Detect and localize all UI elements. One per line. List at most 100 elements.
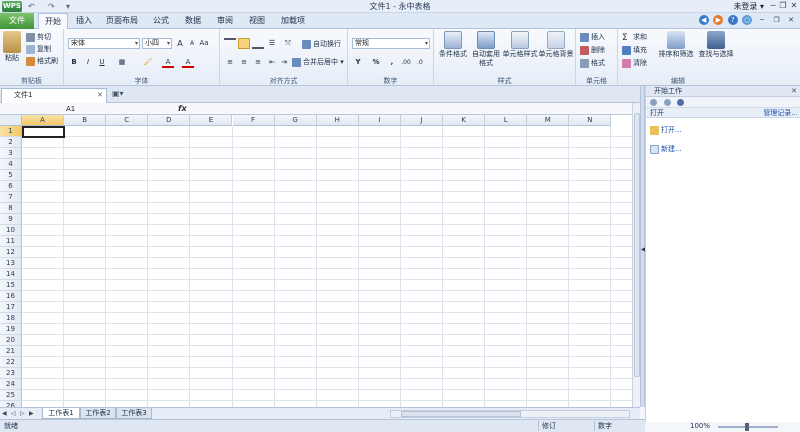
info-icon[interactable]: ○ bbox=[742, 15, 753, 25]
tab-data[interactable]: 数据 bbox=[180, 13, 206, 29]
row-header[interactable]: 13 bbox=[0, 258, 22, 269]
row-header[interactable]: 20 bbox=[0, 335, 22, 346]
font-name-select[interactable]: 宋体 ▾ bbox=[68, 38, 140, 49]
worksheet-grid[interactable]: A B C D E F G H I J K L M N 1 2 3 4 5 6 7 8 9 10 11 12 13 14 15 16 17 1… bbox=[0, 115, 632, 407]
orientation-icon[interactable]: ⤲ bbox=[282, 38, 294, 49]
align-left-button[interactable]: ≡ bbox=[224, 57, 236, 68]
border-button[interactable]: ▦ bbox=[116, 57, 128, 68]
row-header[interactable]: 23 bbox=[0, 368, 22, 379]
column-header[interactable]: K bbox=[443, 115, 486, 126]
column-header[interactable]: H bbox=[316, 115, 359, 126]
row-header[interactable]: 2 bbox=[0, 137, 22, 148]
manage-records-link[interactable]: 管理记录... bbox=[763, 108, 798, 118]
format-cells-button[interactable]: 格式 bbox=[580, 58, 605, 68]
tab-addins[interactable]: 加载项 bbox=[276, 13, 310, 29]
align-center-button[interactable]: ≡ bbox=[238, 57, 250, 68]
doc-minimize-icon[interactable]: ─ bbox=[757, 15, 767, 25]
row-header[interactable]: 1 bbox=[0, 126, 22, 137]
shrink-font-button[interactable]: A bbox=[186, 38, 198, 49]
clear-button[interactable]: 清除 bbox=[622, 58, 647, 68]
column-header[interactable]: F bbox=[232, 115, 275, 126]
row-header[interactable]: 15 bbox=[0, 280, 22, 291]
pane-forward-icon[interactable] bbox=[663, 99, 671, 106]
decrease-indent-button[interactable]: ⇤ bbox=[266, 57, 278, 68]
restore-button[interactable]: ❐ bbox=[778, 1, 788, 11]
tab-view[interactable]: 视图 bbox=[244, 13, 270, 29]
zoom-level[interactable]: 100% bbox=[690, 422, 710, 430]
row-header[interactable]: 17 bbox=[0, 302, 22, 313]
find-select-button[interactable]: 查找与选择 bbox=[696, 31, 736, 59]
column-header[interactable]: G bbox=[274, 115, 317, 126]
change-case-button[interactable]: Aa bbox=[198, 38, 210, 49]
column-header[interactable]: J bbox=[400, 115, 443, 126]
pane-home-icon[interactable] bbox=[677, 99, 685, 106]
increase-decimal-button[interactable]: .00 bbox=[400, 57, 412, 68]
cut-button[interactable]: 剪切 bbox=[26, 32, 51, 42]
tab-review[interactable]: 审阅 bbox=[212, 13, 238, 29]
indent-icon[interactable]: ☰ bbox=[266, 38, 278, 49]
row-header[interactable]: 16 bbox=[0, 291, 22, 302]
row-header[interactable]: 11 bbox=[0, 236, 22, 247]
row-header[interactable]: 10 bbox=[0, 225, 22, 236]
select-all-corner[interactable] bbox=[0, 115, 22, 126]
name-box[interactable]: A1 bbox=[22, 104, 150, 114]
insert-cells-button[interactable]: 插入 bbox=[580, 32, 605, 42]
doc-restore-icon[interactable]: ❐ bbox=[771, 15, 781, 25]
vertical-scrollbar[interactable] bbox=[632, 103, 640, 407]
tab-home[interactable]: 开始 bbox=[38, 13, 68, 30]
row-header[interactable]: 14 bbox=[0, 269, 22, 280]
zoom-slider-knob[interactable] bbox=[745, 423, 749, 431]
column-header[interactable]: B bbox=[64, 115, 107, 126]
minimize-button[interactable]: ─ bbox=[768, 1, 778, 11]
column-header[interactable]: C bbox=[106, 115, 149, 126]
fill-button[interactable]: 填充 bbox=[622, 45, 647, 55]
row-header[interactable]: 4 bbox=[0, 159, 22, 170]
conditional-format-button[interactable]: 条件格式 bbox=[436, 31, 470, 59]
paste-button[interactable]: 粘贴 bbox=[2, 31, 22, 63]
wrap-text-button[interactable]: 自动换行 bbox=[302, 39, 341, 49]
row-header[interactable]: 25 bbox=[0, 390, 22, 401]
doc-close-icon[interactable]: ✕ bbox=[786, 15, 796, 25]
close-tab-icon[interactable]: ✕ bbox=[97, 89, 103, 102]
sheet-tab-2[interactable]: 工作表2 bbox=[80, 408, 116, 419]
column-header[interactable]: A bbox=[22, 115, 65, 126]
row-header[interactable]: 18 bbox=[0, 313, 22, 324]
align-middle-button[interactable] bbox=[238, 38, 250, 49]
sum-button[interactable]: Σ 求和 bbox=[622, 32, 647, 43]
column-header[interactable]: N bbox=[569, 115, 612, 126]
task-pane-close-icon[interactable]: ✕ bbox=[791, 86, 797, 97]
copy-button[interactable]: 复制 bbox=[26, 44, 51, 54]
font-color-button[interactable]: A bbox=[182, 57, 194, 68]
fill-color-button[interactable]: 🖌 bbox=[142, 57, 154, 68]
align-bottom-button[interactable] bbox=[252, 38, 264, 49]
horizontal-scrollbar[interactable] bbox=[390, 410, 630, 418]
grow-font-button[interactable]: A bbox=[174, 38, 186, 49]
font-size-select[interactable]: 小四 ▾ bbox=[142, 38, 172, 49]
tab-page-layout[interactable]: 页面布局 bbox=[102, 13, 142, 29]
document-tab[interactable]: 文件1 ✕ bbox=[1, 88, 107, 103]
strikethrough-button[interactable]: A bbox=[162, 57, 174, 68]
back-icon[interactable]: ◀ bbox=[698, 15, 709, 25]
tab-insert[interactable]: 插入 bbox=[70, 13, 98, 29]
pane-back-icon[interactable] bbox=[650, 99, 657, 106]
column-header[interactable]: I bbox=[358, 115, 401, 126]
increase-indent-button[interactable]: ⇥ bbox=[278, 57, 290, 68]
merge-center-button[interactable]: 合并后居中 ▾ bbox=[292, 57, 344, 67]
cell-background-button[interactable]: 单元格背景 bbox=[538, 31, 574, 59]
row-header[interactable]: 3 bbox=[0, 148, 22, 159]
italic-button[interactable]: I bbox=[82, 57, 94, 68]
row-header[interactable]: 19 bbox=[0, 324, 22, 335]
horizontal-scroll-thumb[interactable] bbox=[401, 411, 521, 417]
align-top-button[interactable] bbox=[224, 38, 236, 49]
open-file-link[interactable]: 打开... bbox=[650, 125, 682, 135]
row-header[interactable]: 5 bbox=[0, 170, 22, 181]
file-menu-button[interactable]: 文件 bbox=[0, 13, 34, 29]
forward-icon[interactable]: ▶ bbox=[713, 15, 724, 25]
login-menu[interactable]: 未登录 ▾ bbox=[733, 0, 764, 13]
row-header[interactable]: 7 bbox=[0, 192, 22, 203]
currency-button[interactable]: Y bbox=[352, 57, 364, 68]
sheet-tab-3[interactable]: 工作表3 bbox=[116, 408, 152, 419]
auto-table-format-button[interactable]: 自动套用 格式 bbox=[470, 31, 502, 68]
percent-button[interactable]: % bbox=[370, 57, 382, 68]
comma-button[interactable]: , bbox=[386, 57, 398, 68]
